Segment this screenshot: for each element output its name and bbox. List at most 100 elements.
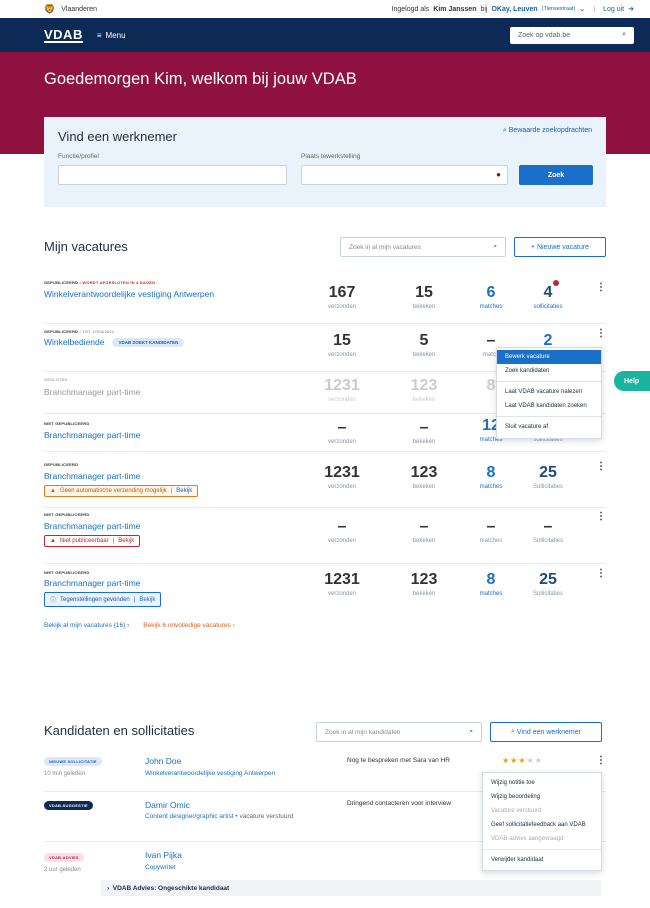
more-options-icon[interactable]: ⋮ <box>596 283 606 293</box>
menu-item-edit-rating[interactable]: Wijzig beoordeling <box>483 790 601 804</box>
location-pin-icon[interactable]: ● <box>496 170 501 179</box>
vacancy-links: Bekijk al mijn vacatures (16) › Bekijk 6… <box>44 622 235 629</box>
find-employee-button[interactable]: ⌕ Vind een werknemer <box>490 722 602 742</box>
stat-matches[interactable]: 8 matches <box>461 464 521 490</box>
menu-item-search-candidates[interactable]: Zoek kandidaten <box>497 364 601 378</box>
more-options-icon[interactable]: ⋮ <box>596 756 606 766</box>
rating-stars[interactable]: ★★★★★ <box>502 756 543 765</box>
stat-matches[interactable]: – matches <box>461 518 521 544</box>
menu-divider <box>483 849 601 850</box>
top-bar: 🦁 Vlaanderen Ingelogd als Kim Janssen bi… <box>0 0 650 18</box>
find-employee-label: Vind een werknemer <box>516 728 581 736</box>
menu-item-remove-candidate[interactable]: Verwijder kandidaat <box>483 853 601 867</box>
function-label: Functie/profiel <box>58 153 99 160</box>
search-icon[interactable]: ⌕ <box>493 243 497 251</box>
stat-verzonden: 167 verzonden <box>327 284 357 310</box>
vdab-logo[interactable]: VDAB <box>44 28 83 43</box>
logout-icon[interactable]: ➜ <box>628 5 634 13</box>
candidates-search-placeholder: Zoek in al mijn kandidaten <box>325 728 401 736</box>
vacancy-title-link[interactable]: Branchmanager part-time <box>44 578 140 588</box>
stat-verzonden: – verzonden <box>327 419 357 445</box>
logged-in-prefix: Ingelogd als <box>391 5 430 13</box>
candidate-job-link[interactable]: Winkelverantwoordelijke vestiging Antwer… <box>145 770 275 777</box>
vacancy-row: NIET GEPUBLICEERD Branchmanager part-tim… <box>44 564 606 614</box>
site-search-placeholder: Zoek op vdab.be <box>518 31 571 39</box>
candidate-job-link[interactable]: Content designer/graphic artist • vacatu… <box>145 813 293 820</box>
search-icon[interactable]: ⌕ <box>469 728 473 736</box>
vacancy-title-link[interactable]: Branchmanager part-time <box>44 430 140 440</box>
stat-verzonden: 15 verzonden <box>327 332 357 358</box>
vacancy-row: NIET GEPUBLICEERD Branchmanager part-tim… <box>44 508 606 564</box>
function-input[interactable] <box>58 165 287 185</box>
menu-item-advice-requested: VDAB-advies aangevraagd <box>491 836 564 842</box>
info-link[interactable]: Bekijk <box>139 597 155 603</box>
stat-matches[interactable]: 8 matches <box>461 571 521 597</box>
stat-sollicitaties[interactable]: 25 Sollicitaties <box>518 464 578 490</box>
place-input[interactable]: ● <box>301 165 508 185</box>
menu-item-vdab-search-candidates[interactable]: Laat VDAB kandidaten zoeken <box>497 399 601 413</box>
more-options-icon[interactable]: ⋮ <box>596 512 606 522</box>
search-button[interactable]: Zoek <box>519 165 593 185</box>
warning-badge: ▲ Geen automatische verzending mogelijk … <box>44 485 199 497</box>
site-search-input[interactable]: Zoek op vdab.be ⌕ <box>510 26 634 44</box>
saved-searches-label: Bewaarde zoekopdrachten <box>508 127 592 134</box>
candidate-job-link[interactable]: Copywriter <box>145 864 176 871</box>
warning-icon: ▲ <box>50 538 56 544</box>
candidate-actions-menu: Wijzig notitie toe Wijzig beoordeling Va… <box>482 772 602 871</box>
stat-sollicitaties[interactable]: 25 Sollicitaties <box>518 571 578 597</box>
stat-sollicitaties[interactable]: 4 sollicitaties <box>518 284 578 310</box>
search-icon[interactable]: ⌕ <box>622 31 626 39</box>
candidate-name-link[interactable]: Damir Omic <box>145 800 190 810</box>
notification-dot <box>553 280 559 286</box>
candidate-name-link[interactable]: John Doe <box>145 756 181 766</box>
vacancy-title-link[interactable]: Winkelbediende VDAB ZOEKT KANDIDATEN <box>44 337 185 348</box>
incomplete-vacancies-link[interactable]: Bekijk 6 onvolledige vacatures › <box>143 622 234 629</box>
vacancy-status: GEPUBLICEERD • WORDT AFGESLOTEN IN 4 DAG… <box>44 280 156 285</box>
vacancy-actions-menu: Bewerk vacature Zoek kandidaten Laat VDA… <box>496 347 602 439</box>
menu-button[interactable]: ≡ Menu <box>97 31 126 40</box>
help-button[interactable]: Help <box>614 371 650 391</box>
candidate-name-link[interactable]: Ivan Pijka <box>145 850 182 860</box>
stat-sollicitaties[interactable]: – Sollicitaties <box>518 518 578 544</box>
vdab-advice-toggle[interactable]: › VDAB Advies: Ongeschikte kandidaat <box>101 880 601 896</box>
menu-item-close-vacancy[interactable]: Sluit vacature af <box>497 420 601 434</box>
vacancy-title-link[interactable]: Winkelverantwoordelijke vestiging Antwer… <box>44 289 214 299</box>
chevron-down-icon[interactable]: ⌄ <box>579 5 585 13</box>
stat-verzonden: 1231 verzonden <box>324 377 360 403</box>
stat-verzonden: 1231 verzonden <box>324 464 360 490</box>
candidate-time: 2 uur geleden <box>44 867 81 873</box>
more-options-icon[interactable]: ⋮ <box>596 462 606 472</box>
menu-item-vacancy-sent: Vacature verstuurd <box>491 808 542 814</box>
menu-item-edit-vacancy[interactable]: Bewerk vacature <box>497 350 601 364</box>
org-sub: (Tiensestraat) <box>541 6 576 12</box>
status-badge: VDAB-ADVIES <box>44 853 84 862</box>
menu-item-edit-note[interactable]: Wijzig notitie toe <box>483 776 601 790</box>
warning-link[interactable]: Bekijk <box>176 488 192 494</box>
more-options-icon[interactable]: ⋮ <box>596 569 606 579</box>
vacatures-search-input[interactable]: Zoek in al mijn vacatures ⌕ <box>340 237 506 257</box>
stat-matches[interactable]: 6 matches <box>461 284 521 310</box>
menu-item-give-feedback[interactable]: Geef sollicitatiefeedback aan VDAB <box>483 818 601 832</box>
info-badge: ⓘ Tegenstellingen gevonden | Bekijk <box>44 592 162 607</box>
candidate-note: Dringend contacteren voor interview <box>347 800 452 807</box>
more-options-icon[interactable]: ⋮ <box>596 329 606 339</box>
menu-item-review-vacancy[interactable]: Laat VDAB vacature nalezen <box>497 385 601 399</box>
vacancy-status: GESLOTEN <box>44 377 68 382</box>
advice-label: VDAB Advies: Ongeschikte kandidaat <box>112 884 230 892</box>
warning-link[interactable]: Bekijk <box>118 538 134 544</box>
menu-divider <box>497 416 601 417</box>
info-text: Tegenstellingen gevonden <box>60 596 130 603</box>
at-label: bij <box>480 5 488 13</box>
vacancy-title-link[interactable]: Branchmanager part-time <box>44 471 140 481</box>
vacancy-title-link[interactable]: Branchmanager part-time <box>44 387 140 397</box>
user-info: Ingelogd als Kim Janssen bij OKay, Leuve… <box>391 5 634 14</box>
logout-link[interactable]: Log uit <box>603 6 624 13</box>
stat-bekeken: 123 bekeken <box>410 464 438 490</box>
vacancy-title-link[interactable]: Branchmanager part-time <box>44 521 140 531</box>
all-vacancies-link[interactable]: Bekijk al mijn vacatures (16) › <box>44 622 129 629</box>
saved-searches-link[interactable]: ⌕ Bewaarde zoekopdrachten <box>503 127 592 135</box>
warning-text: Niet publiceerbaar <box>59 538 109 544</box>
org-selector[interactable]: OKay, Leuven <box>491 6 537 13</box>
new-vacancy-button[interactable]: + Nieuwe vacature <box>514 237 606 257</box>
candidates-search-input[interactable]: Zoek in al mijn kandidaten ⌕ <box>316 722 482 742</box>
